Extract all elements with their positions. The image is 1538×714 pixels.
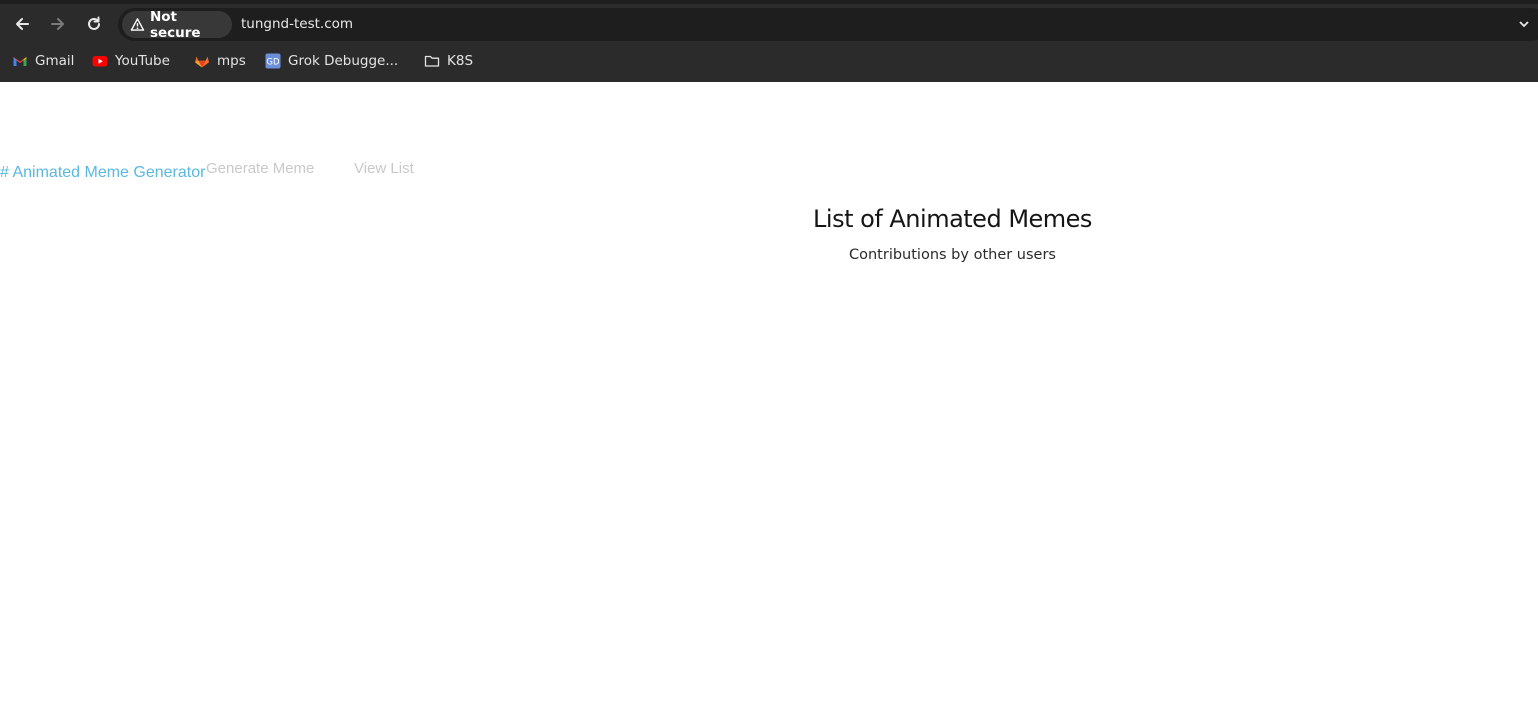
bookmark-grok-debugger[interactable]: GD Grok Debugge... (265, 47, 398, 75)
grok-debugger-icon: GD (265, 53, 281, 69)
bookmark-label: K8S (447, 53, 474, 69)
nav-generate-meme[interactable]: Generate Meme (206, 160, 314, 177)
security-indicator[interactable]: Not secure (122, 8, 232, 41)
bookmark-folder-k8s[interactable]: K8S (424, 47, 473, 75)
bookmark-label: Gmail (35, 53, 75, 69)
browser-chrome: Not secure tungnd-test.com Gmail YouTube… (0, 0, 1538, 82)
bookmark-label: mps (217, 53, 246, 69)
chevron-down-icon[interactable] (1518, 18, 1530, 30)
reload-button[interactable] (81, 11, 107, 37)
security-label: Not secure (149, 8, 201, 41)
back-button[interactable] (9, 11, 35, 37)
bookmarks-bar: Gmail YouTube mps GD Grok Debugge... K8S (0, 47, 1538, 75)
forward-arrow-icon (51, 18, 64, 30)
reload-icon (88, 16, 100, 30)
bookmark-mps[interactable]: mps (194, 47, 246, 75)
tab-strip-edge (0, 0, 1538, 4)
forward-button[interactable] (45, 11, 71, 37)
bookmark-gmail[interactable]: Gmail (12, 47, 74, 75)
youtube-icon (92, 53, 108, 69)
bookmark-label: Grok Debugge... (288, 53, 399, 69)
gitlab-icon (194, 53, 210, 69)
address-bar[interactable]: Not secure tungnd-test.com (118, 8, 1538, 41)
back-arrow-icon (16, 18, 29, 30)
page-title: List of Animated Memes (813, 205, 1092, 233)
site-brand-link[interactable]: # Animated Meme Generator (0, 164, 205, 182)
nav-view-list[interactable]: View List (354, 160, 414, 177)
warning-icon (130, 18, 145, 31)
svg-text:GD: GD (266, 58, 280, 68)
url-text[interactable]: tungnd-test.com (241, 8, 353, 41)
folder-icon (424, 53, 440, 69)
gmail-icon (12, 53, 28, 69)
bookmark-label: YouTube (115, 53, 170, 69)
page-subtitle: Contributions by other users (848, 247, 1056, 263)
bookmark-youtube[interactable]: YouTube (92, 47, 170, 75)
